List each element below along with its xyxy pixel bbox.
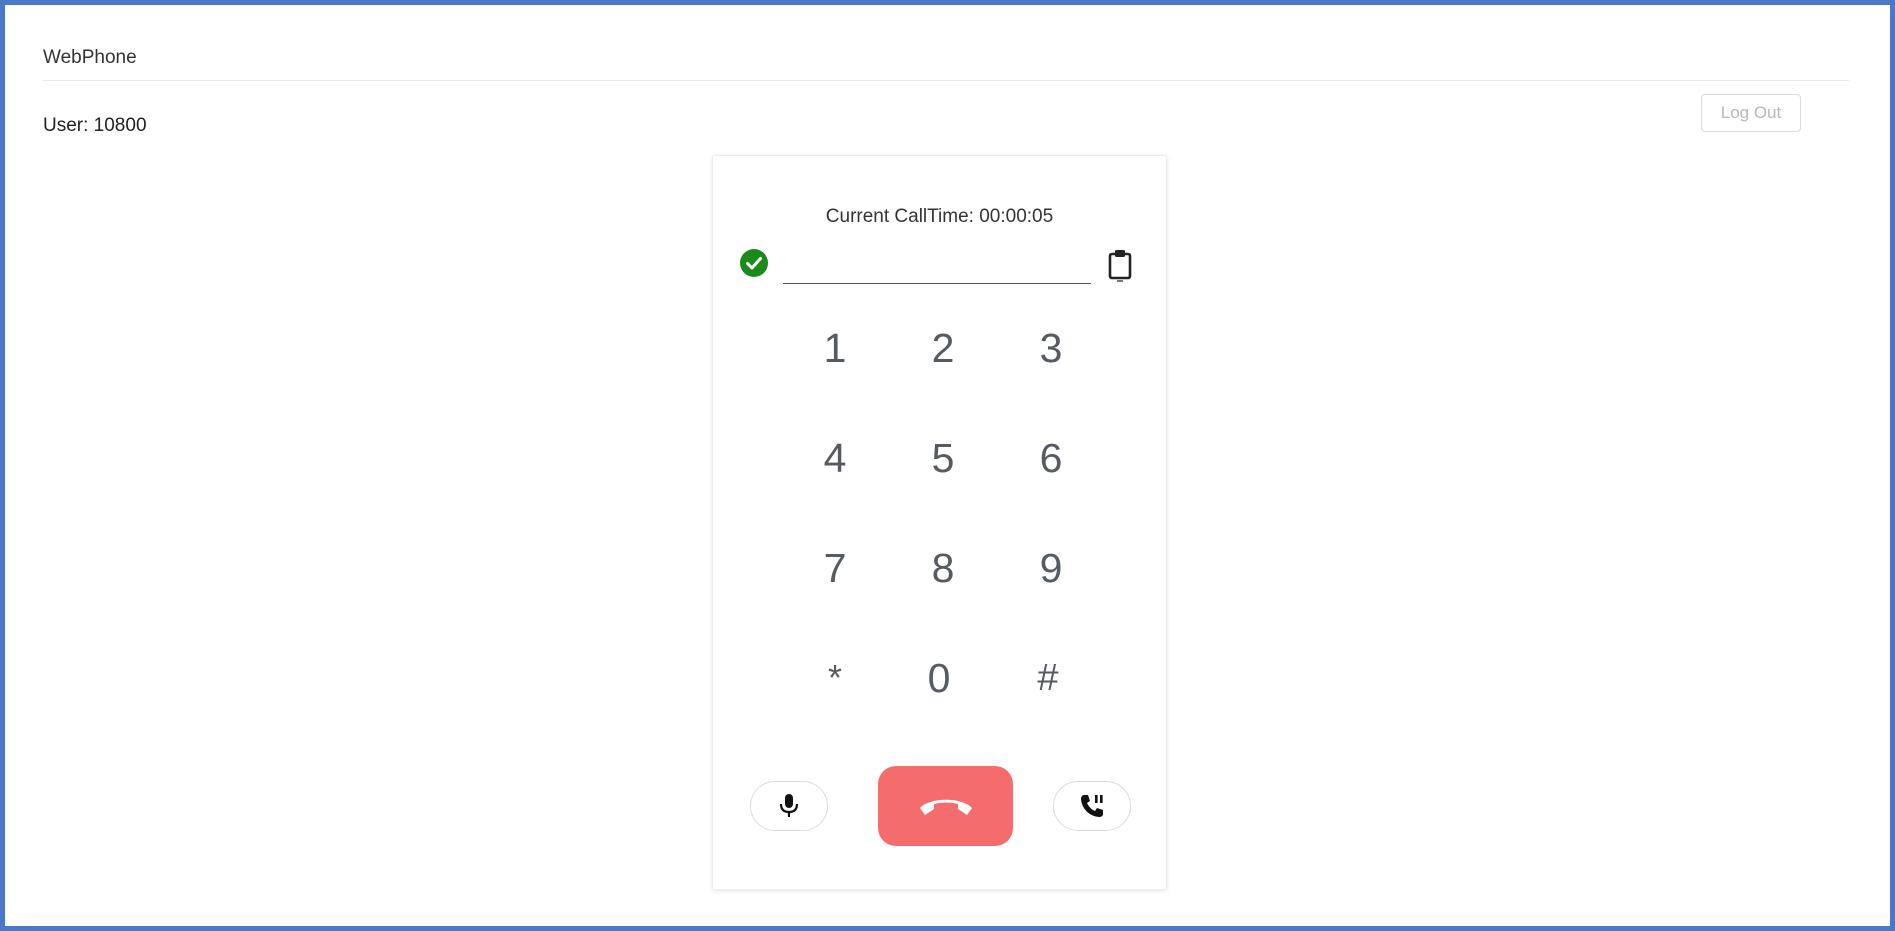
- header-divider: [43, 80, 1849, 81]
- app-window: WebPhone User: 10800 Log Out Current Cal…: [5, 5, 1890, 926]
- check-circle-icon: [740, 249, 768, 277]
- keypad-key-9[interactable]: 9: [1011, 533, 1091, 603]
- call-time: Current CallTime: 00:00:05: [713, 206, 1166, 228]
- phone-pause-icon: [1081, 795, 1103, 817]
- keypad-key-2[interactable]: 2: [903, 313, 983, 383]
- keypad-key-4[interactable]: 4: [795, 423, 875, 493]
- phone-number-input[interactable]: [783, 246, 1091, 284]
- mute-button[interactable]: [750, 781, 828, 831]
- microphone-icon: [779, 794, 799, 817]
- app-title: WebPhone: [43, 47, 137, 68]
- user-label: User: 10800: [43, 115, 147, 136]
- keypad-key-5[interactable]: 5: [903, 423, 983, 493]
- keypad-key-star[interactable]: *: [795, 643, 875, 713]
- keypad-key-8[interactable]: 8: [903, 533, 983, 603]
- logout-button[interactable]: Log Out: [1701, 94, 1801, 132]
- call-time-value: 00:00:05: [979, 206, 1054, 227]
- hangup-button[interactable]: [878, 766, 1013, 846]
- dialer-card: Current CallTime: 00:00:05 1 2 3 4 5 6 7…: [712, 155, 1167, 890]
- hold-button[interactable]: [1053, 781, 1131, 831]
- call-time-label: Current CallTime:: [825, 206, 980, 227]
- keypad-key-1[interactable]: 1: [795, 313, 875, 383]
- clipboard-icon[interactable]: [1105, 248, 1135, 282]
- keypad-key-6[interactable]: 6: [1011, 423, 1091, 493]
- keypad-key-3[interactable]: 3: [1011, 313, 1091, 383]
- keypad-key-7[interactable]: 7: [795, 533, 875, 603]
- phone-hangup-icon: [919, 799, 972, 815]
- keypad-key-hash[interactable]: #: [1008, 643, 1088, 713]
- keypad-key-0[interactable]: 0: [899, 643, 979, 713]
